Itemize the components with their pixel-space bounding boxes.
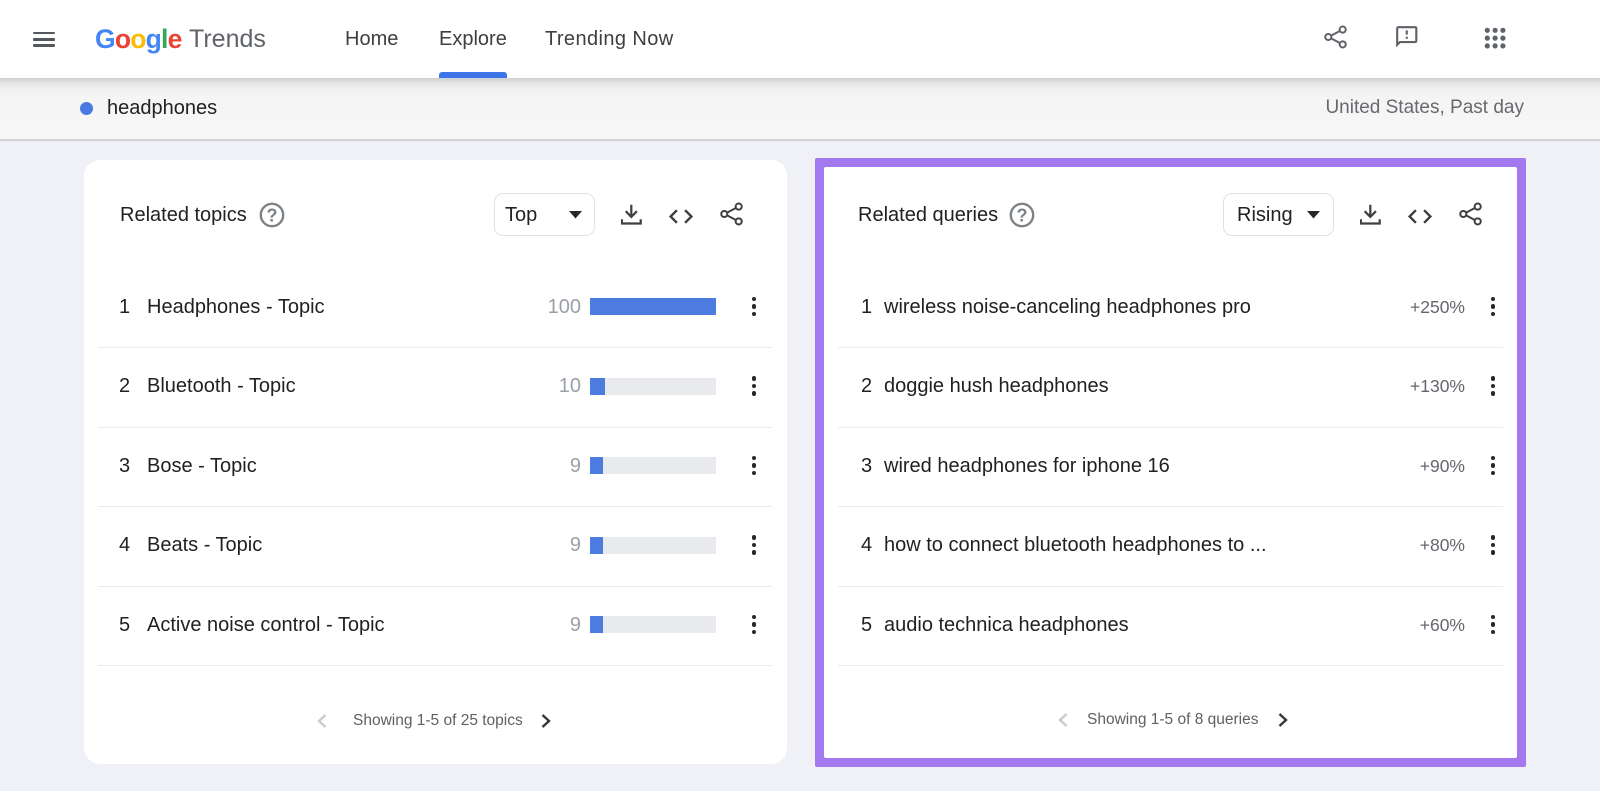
svg-text:?: ? bbox=[266, 206, 277, 226]
svg-text:?: ? bbox=[1017, 206, 1028, 226]
